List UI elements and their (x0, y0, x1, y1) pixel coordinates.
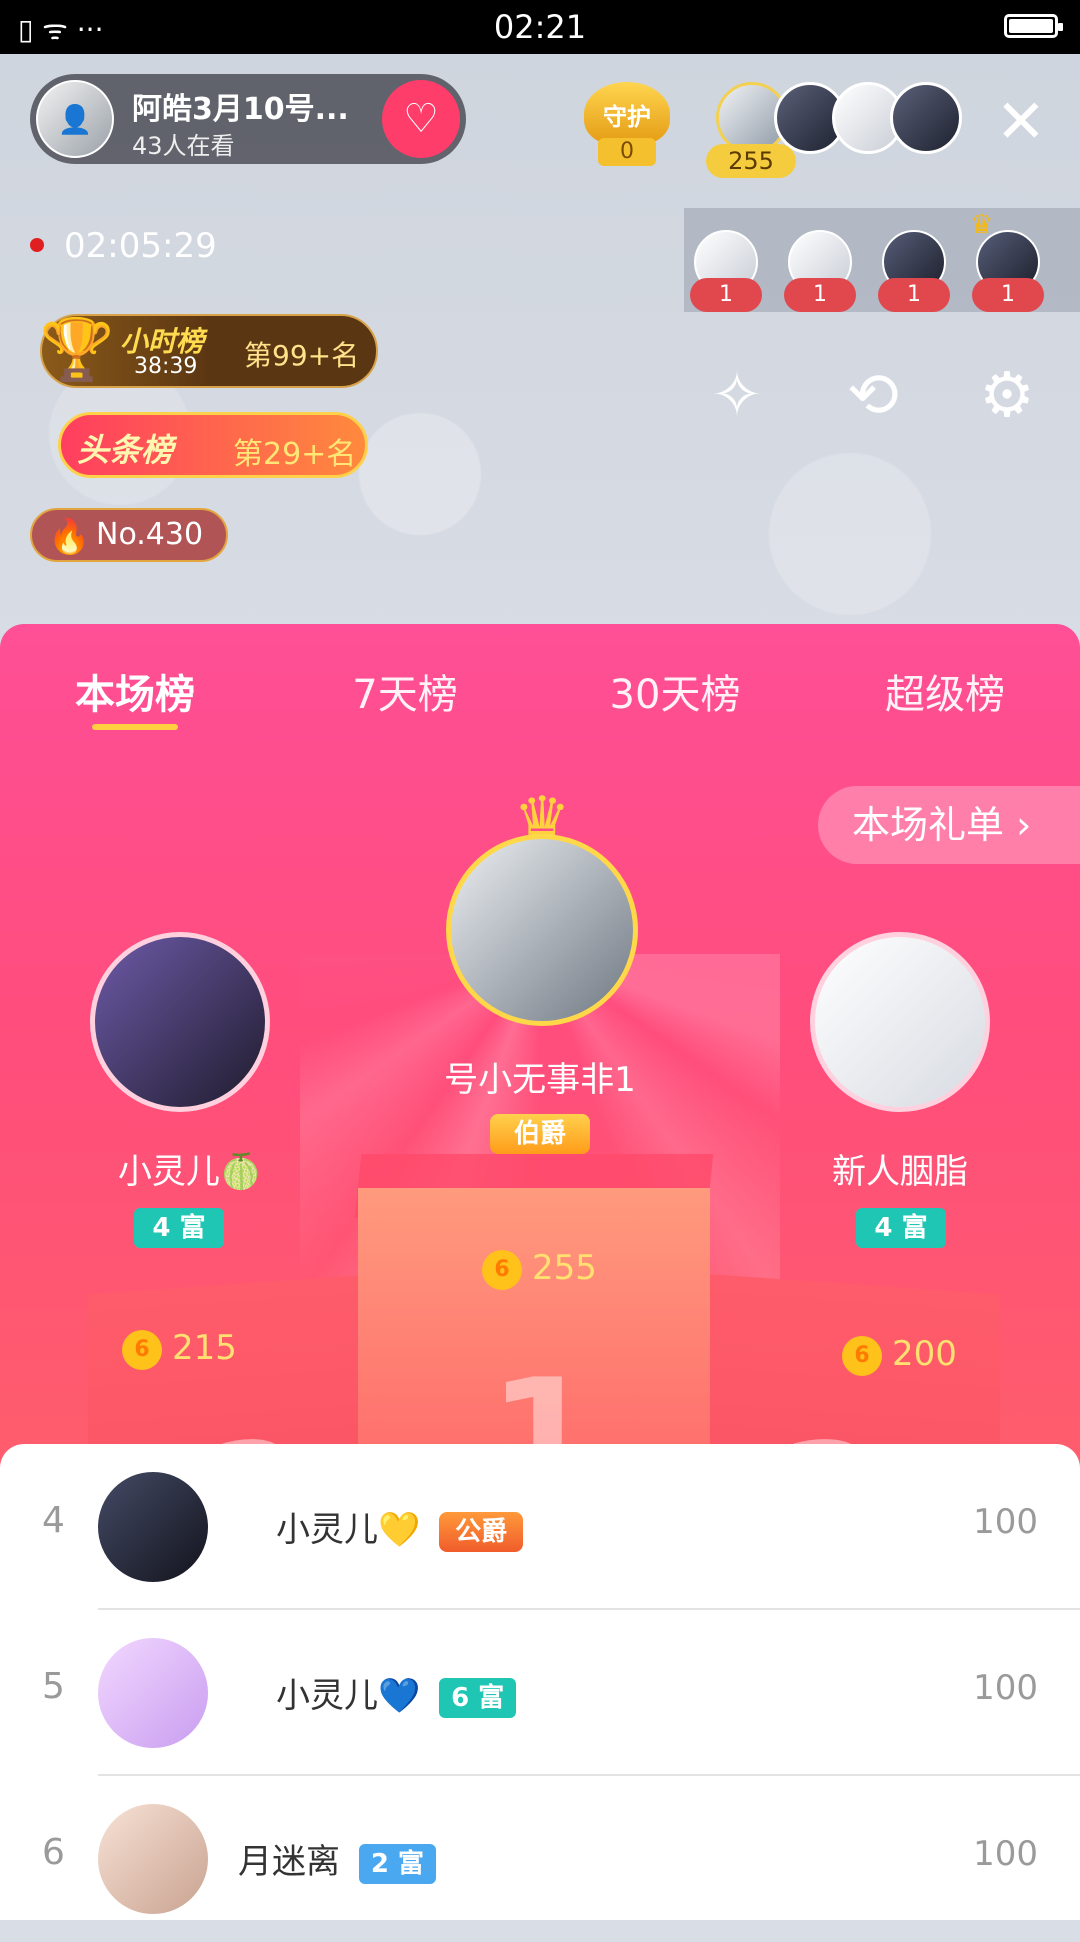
list-name: 月迷离 2 富 (238, 1834, 436, 1884)
host-name: 阿皓3月10号... (132, 92, 349, 127)
list-rank: 5 (42, 1666, 65, 1707)
audience-count: 255 (706, 144, 796, 178)
list-item[interactable]: 6 月迷离 2 富 100 (0, 1776, 1080, 1942)
third-place-score: 6 200 (842, 1334, 957, 1376)
battery-icon (1004, 14, 1063, 38)
rich-level-badge: 4 富 (134, 1208, 224, 1248)
second-place-avatar[interactable] (90, 932, 270, 1112)
hot-rank-badge[interactable]: 🔥 No.430 (30, 508, 228, 562)
list-value: 100 (973, 1502, 1038, 1542)
mini-user-count: 1 (972, 278, 1044, 312)
tab-super[interactable]: 超级榜 (810, 660, 1080, 730)
coin-icon: 6 (122, 1329, 162, 1370)
settings-icon[interactable]: ⚙ (968, 356, 1046, 434)
headline-rank-badge[interactable]: 头条榜 第29+名 (58, 412, 368, 478)
list-name: 小灵儿💙 6 富 (276, 1668, 517, 1718)
viewer-count: 43人在看 (132, 132, 235, 160)
list-value: 100 (973, 1668, 1038, 1708)
ranking-tabs: 本场榜 7天榜 30天榜 超级榜 (0, 660, 1080, 730)
list-avatar[interactable] (98, 1804, 208, 1914)
flame-icon: 🔥 (48, 517, 91, 557)
second-place-score: 6 215 (122, 1328, 237, 1370)
follow-heart-icon[interactable]: ♡ (382, 80, 460, 158)
list-avatar[interactable] (98, 1638, 208, 1748)
noble-title-badge: 伯爵 (490, 1114, 590, 1154)
noble-title-badge: 公爵 (439, 1511, 524, 1552)
first-place-score: 6 255 (482, 1248, 597, 1290)
mini-user-count: 1 (878, 278, 950, 312)
list-name: 小灵儿💛 公爵 (276, 1502, 524, 1552)
coin-icon: 6 (482, 1249, 522, 1290)
live-timer: 02:05:29 (64, 226, 217, 266)
audience-avatar[interactable] (890, 82, 962, 154)
first-place-name: 号小无事非1 (444, 1060, 636, 1100)
third-place-name: 新人胭脂 (832, 1152, 968, 1192)
host-avatar[interactable]: 👤 (36, 80, 114, 158)
rich-level-badge: 4 富 (856, 1208, 946, 1248)
rich-level-badge: 2 富 (358, 1843, 436, 1884)
headline-rank-position: 第29+名 (233, 437, 357, 472)
hourly-rank-badge[interactable]: 🏆 小时榜 38:39 第99+名 (40, 314, 378, 388)
hourly-rank-position: 第99+名 (244, 339, 360, 372)
ranking-list: 4 小灵儿💛 公爵 100 5 小灵儿💙 6 富 100 6 月迷离 2 富 1… (0, 1444, 1080, 1920)
list-item[interactable]: 5 小灵儿💙 6 富 100 (0, 1610, 1080, 1776)
crown-icon: ♛ (970, 210, 994, 240)
rich-level-badge: 6 富 (439, 1677, 517, 1718)
tab-7-days[interactable]: 7天榜 (270, 660, 540, 730)
flip-camera-icon[interactable]: ⟲ (834, 356, 912, 434)
trophy-icon: 🏆 (39, 315, 115, 385)
list-avatar[interactable] (98, 1472, 208, 1582)
list-rank: 4 (42, 1500, 65, 1541)
list-rank: 6 (42, 1832, 65, 1873)
tab-this-session[interactable]: 本场榜 (0, 660, 270, 730)
list-value: 100 (973, 1834, 1038, 1874)
headline-rank-title: 头条榜 (77, 431, 174, 469)
mini-user-count: 1 (784, 278, 856, 312)
guard-count: 0 (598, 138, 656, 166)
live-dot (30, 238, 44, 252)
close-icon[interactable]: ✕ (996, 92, 1046, 152)
host-info[interactable]: 👤 阿皓3月10号... 43人在看 ♡ (30, 74, 466, 164)
list-item[interactable]: 4 小灵儿💛 公爵 100 (0, 1444, 1080, 1610)
guard-badge[interactable]: 守护 0 (584, 82, 670, 168)
gift-list-button[interactable]: 本场礼单 › (818, 786, 1080, 864)
guard-label: 守护 (584, 82, 670, 146)
hot-rank-value: No.430 (96, 517, 204, 552)
status-bar: ▯ ᯤ ··· 02:21 (0, 0, 1080, 54)
first-place-avatar[interactable] (446, 834, 638, 1026)
coin-icon: 6 (842, 1335, 882, 1376)
mini-user-count: 1 (690, 278, 762, 312)
tab-30-days[interactable]: 30天榜 (540, 660, 810, 730)
hourly-rank-countdown: 38:39 (134, 354, 198, 379)
magic-wand-icon[interactable]: ✧ (698, 356, 776, 434)
third-place-avatar[interactable] (810, 932, 990, 1112)
active-tab-indicator (92, 724, 178, 730)
status-time: 02:21 (493, 8, 587, 46)
second-place-name: 小灵儿🍈 (117, 1152, 263, 1192)
